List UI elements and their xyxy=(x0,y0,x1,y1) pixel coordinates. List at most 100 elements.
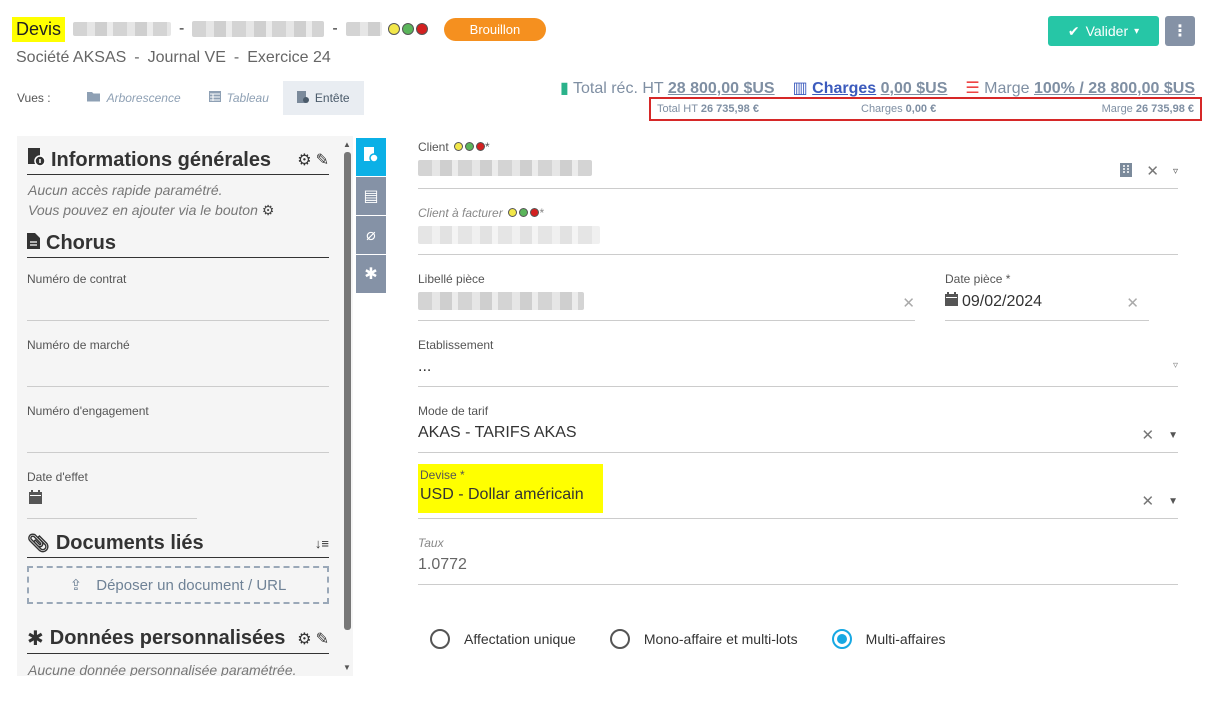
radio-circle[interactable] xyxy=(430,629,450,649)
marge-label: Marge xyxy=(984,80,1030,97)
radio-mono-affaire[interactable]: Mono-affaire et multi-lots xyxy=(609,629,798,649)
building-icon[interactable] xyxy=(1120,162,1133,180)
side-tab-chorus[interactable]: ▤ xyxy=(356,177,386,215)
date-effet-field[interactable] xyxy=(27,518,197,519)
client-field[interactable]: Client * ✕ ▿ xyxy=(418,140,1178,190)
clear-icon[interactable]: ✕ xyxy=(1126,294,1139,312)
header-icon xyxy=(296,90,309,106)
status-dots xyxy=(387,23,428,35)
total-rec-label: Total réc. HT xyxy=(572,80,664,97)
check-icon: ✔ xyxy=(1067,22,1080,39)
redacted-client xyxy=(192,21,325,37)
chevron-down-icon: ▾ xyxy=(1134,25,1140,37)
etablissement-value: ... xyxy=(418,358,432,375)
dropdown-caret-icon[interactable]: ▼ xyxy=(1168,430,1178,441)
scroll-down-icon[interactable]: ▼ xyxy=(343,663,351,672)
gear-icon[interactable]: ⚙ xyxy=(297,629,311,649)
doc-type-title: Devis xyxy=(12,16,66,42)
radio-multi-affaires[interactable]: Multi-affaires xyxy=(831,629,946,649)
red-status-icon xyxy=(476,142,486,151)
marge-eur: Marge 26 735,98 € xyxy=(1102,103,1194,115)
redacted-client-facturer xyxy=(418,226,600,244)
mode-tarif-value: AKAS - TARIFS AKAS xyxy=(418,424,577,441)
section-informations-generales: Informations générales ⚙ ✎ xyxy=(27,148,329,175)
marge-eur-value: 26 735,98 € xyxy=(1135,103,1194,115)
radio-circle[interactable] xyxy=(609,629,630,649)
total-ht-eur: Total HT 26 735,98 € xyxy=(657,103,861,115)
edit-icon[interactable]: ✎ xyxy=(316,629,329,649)
devise-field[interactable]: Devise * USD - Dollar américain ✕ ▼ xyxy=(418,464,1178,520)
side-tab-documents[interactable]: ⌀ xyxy=(356,216,386,254)
etablissement-label: Etablissement xyxy=(418,338,494,352)
engagement-field[interactable] xyxy=(27,452,329,453)
view-switcher: Vues : Arborescence Tableau Entête xyxy=(17,81,364,115)
more-actions-button[interactable]: ⋮ xyxy=(1165,16,1195,46)
calendar-icon[interactable] xyxy=(945,292,958,311)
dropdown-caret-icon[interactable]: ▿ xyxy=(1173,166,1178,177)
view-tab-tableau[interactable]: Tableau xyxy=(195,81,283,115)
engagement-label: Numéro d'engagement xyxy=(27,404,149,418)
quick-access-hint-2: Vous pouvez en ajouter via le bouton ⚙ xyxy=(28,202,274,219)
libelle-label: Libellé pièce xyxy=(418,272,485,286)
mode-tarif-field[interactable]: Mode de tarif AKAS - TARIFS AKAS ✕ ▼ xyxy=(418,404,1178,454)
valider-button[interactable]: ✔ Valider ▾ xyxy=(1048,16,1159,46)
yellow-status-icon xyxy=(454,142,464,151)
charges-value[interactable]: 0,00 $US xyxy=(881,80,948,97)
view-tab-entete[interactable]: Entête xyxy=(282,81,364,115)
marche-field[interactable] xyxy=(27,386,329,387)
left-scrollbar[interactable]: ▲ ▼ xyxy=(342,140,352,672)
radio-label: Multi-affaires xyxy=(865,631,946,647)
side-tab-custom[interactable]: ✱ xyxy=(356,255,386,293)
view-tab-arborescence[interactable]: Arborescence xyxy=(73,81,195,115)
marge-value[interactable]: 100% / 28 800,00 $US xyxy=(1034,80,1195,97)
total-charges: ▥ Charges 0,00 $US xyxy=(793,78,948,98)
charges-eur-value: 0,00 € xyxy=(905,103,937,115)
totals-usd: ▮ Total réc. HT 28 800,00 $US ▥ Charges … xyxy=(560,78,1195,98)
dropdown-caret-icon[interactable]: ▿ xyxy=(1173,360,1178,371)
section-title: Chorus xyxy=(46,232,116,254)
societe-label: Société AKSAS xyxy=(16,49,127,66)
taux-label: Taux xyxy=(418,536,444,550)
sort-icon[interactable]: ↓≡ xyxy=(315,536,329,551)
scrollbar-thumb[interactable] xyxy=(344,152,351,630)
paperclip-icon: ⌀ xyxy=(366,227,376,244)
clear-icon[interactable]: ✕ xyxy=(1142,492,1155,510)
redacted-number xyxy=(73,22,172,36)
gear-icon[interactable]: ⚙ xyxy=(297,150,311,170)
clear-icon[interactable]: ✕ xyxy=(1146,162,1159,180)
green-status-icon xyxy=(465,142,475,151)
status-badge: Brouillon xyxy=(443,17,547,41)
clear-icon[interactable]: ✕ xyxy=(1142,426,1155,444)
dropdown-caret-icon[interactable]: ▼ xyxy=(1168,496,1178,507)
valider-label: Valider xyxy=(1085,23,1129,39)
libelle-piece-field[interactable]: Libellé pièce ✕ xyxy=(418,272,915,322)
required-mark: * xyxy=(485,140,490,154)
upload-document-button[interactable]: ⇪ Déposer un document / URL xyxy=(27,566,329,604)
edit-icon[interactable]: ✎ xyxy=(316,150,329,170)
bar-chart-icon: ▥ xyxy=(792,80,808,97)
total-ht-label: Total HT xyxy=(657,103,698,115)
section-title: Documents liés xyxy=(55,532,204,554)
total-rec-value[interactable]: 28 800,00 $US xyxy=(668,80,775,97)
green-status-icon xyxy=(519,208,529,217)
total-ht-value: 26 735,98 € xyxy=(700,103,759,115)
quick-access-hint: Aucun accès rapide paramétré. xyxy=(28,182,223,198)
radio-affectation-unique[interactable]: Affectation unique xyxy=(430,629,576,649)
charges-label[interactable]: Charges xyxy=(812,80,876,97)
gear-icon: ⚙ xyxy=(261,202,275,218)
contrat-field[interactable] xyxy=(27,320,329,321)
file-icon: ▤ xyxy=(363,188,379,205)
etablissement-field[interactable]: Etablissement ... ▿ xyxy=(418,338,1178,388)
date-piece-field[interactable]: Date pièce * 09/02/2024 ✕ xyxy=(945,272,1149,322)
taux-field[interactable]: Taux 1.0772 xyxy=(418,536,1178,586)
exercice-label: Exercice 24 xyxy=(247,49,331,66)
radio-circle-selected[interactable] xyxy=(831,629,852,649)
totals-eur: Total HT 26 735,98 € Charges 0,00 € Marg… xyxy=(649,97,1202,121)
client-facturer-field[interactable]: Client à facturer * xyxy=(418,206,1178,256)
redacted-ref xyxy=(345,22,382,36)
side-tab-info[interactable] xyxy=(356,138,386,176)
clear-icon[interactable]: ✕ xyxy=(902,294,915,312)
scroll-up-icon[interactable]: ▲ xyxy=(343,140,351,149)
upload-label: Déposer un document / URL xyxy=(96,576,287,594)
calendar-icon[interactable] xyxy=(29,490,42,509)
